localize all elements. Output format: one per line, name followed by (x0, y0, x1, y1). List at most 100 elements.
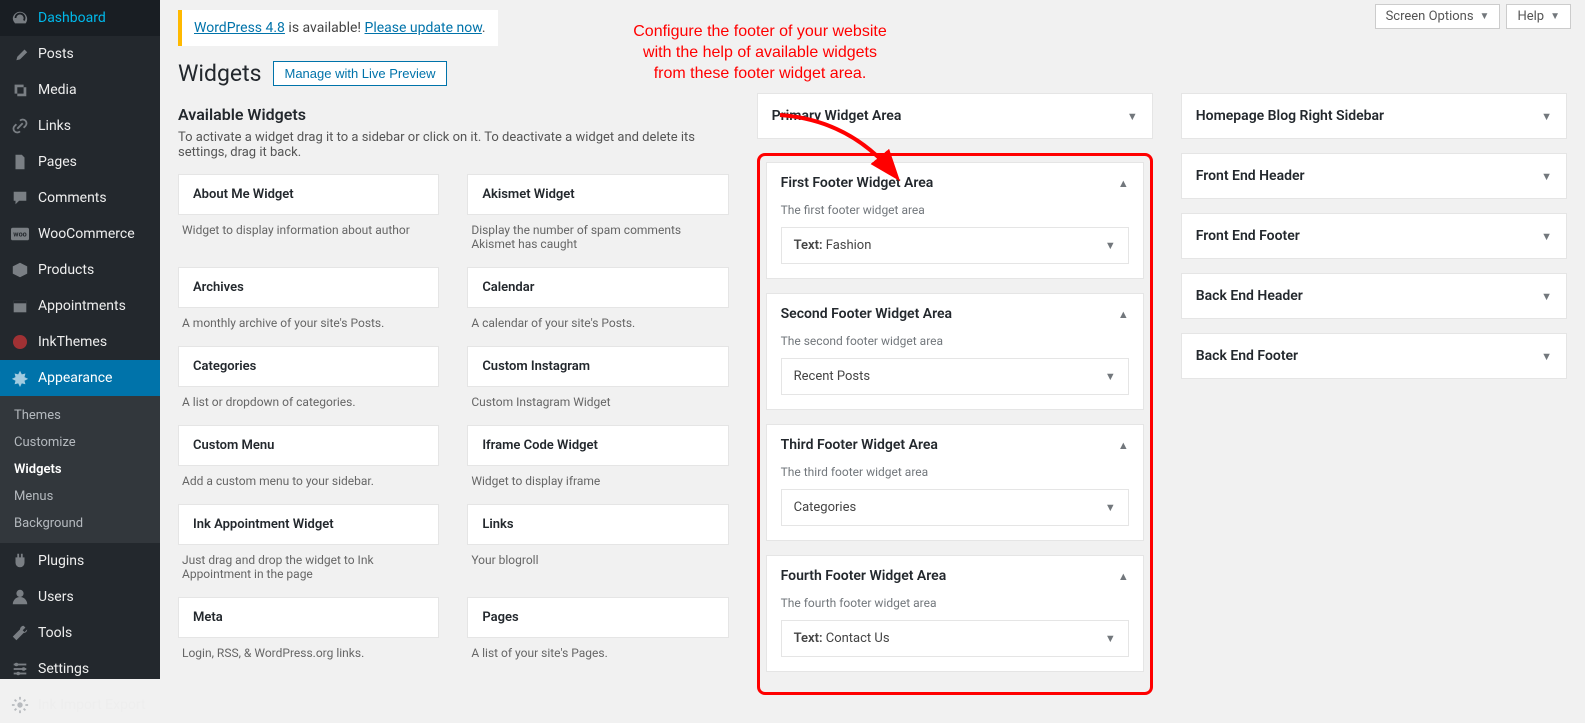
available-widget-title[interactable]: Pages (467, 597, 728, 638)
menu-import-export[interactable]: Ink Import Export (0, 687, 160, 723)
available-widget-title[interactable]: Archives (178, 267, 439, 308)
submenu-background[interactable]: Background (0, 510, 160, 537)
footer-widget-areas-highlight: First Footer Widget Area▲The first foote… (757, 153, 1153, 695)
menu-woocommerce[interactable]: woo WooCommerce (0, 216, 160, 252)
menu-label: Dashboard (38, 10, 106, 26)
screen-options-button[interactable]: Screen Options ▼ (1375, 4, 1501, 29)
menu-appointments[interactable]: Appointments (0, 288, 160, 324)
comment-icon (10, 188, 30, 208)
widget-area-header[interactable]: Front End Header▼ (1182, 154, 1566, 198)
placed-widget[interactable]: Recent Posts ▼ (781, 358, 1129, 395)
submenu-menus[interactable]: Menus (0, 483, 160, 510)
plugins-icon (10, 551, 30, 571)
media-icon (10, 80, 30, 100)
chevron-down-icon: ▼ (1550, 11, 1560, 22)
widget-area: Back End Header▼ (1181, 273, 1567, 319)
widget-area-title: Front End Footer (1196, 228, 1300, 244)
submenu-widgets[interactable]: Widgets (0, 456, 160, 483)
available-widget: MetaLogin, RSS, & WordPress.org links. (178, 597, 439, 664)
available-widget-title[interactable]: About Me Widget (178, 174, 439, 215)
available-widget: Ink Appointment WidgetJust drag and drop… (178, 504, 439, 585)
menu-inkthemes[interactable]: InkThemes (0, 324, 160, 360)
available-widget-desc: Custom Instagram Widget (467, 387, 728, 413)
menu-media[interactable]: Media (0, 72, 160, 108)
menu-posts[interactable]: Posts (0, 36, 160, 72)
chevron-down-icon: ▼ (1105, 370, 1116, 383)
appearance-submenu: Themes Customize Widgets Menus Backgroun… (0, 396, 160, 543)
chevron-down-icon: ▼ (1541, 230, 1552, 243)
available-widget-desc: A list of your site's Pages. (467, 638, 728, 664)
calendar-icon (10, 296, 30, 316)
menu-label: Products (38, 262, 94, 278)
available-widget-desc: Widget to display information about auth… (178, 215, 439, 241)
nag-text: is available! (285, 20, 365, 36)
available-widget: Iframe Code WidgetWidget to display ifra… (467, 425, 728, 492)
menu-label: Ink Import Export (38, 697, 146, 713)
menu-links[interactable]: Links (0, 108, 160, 144)
button-label: Help (1517, 9, 1544, 24)
main-content: Screen Options ▼ Help ▼ WordPress 4.8 is… (160, 0, 1585, 679)
help-button[interactable]: Help ▼ (1506, 4, 1571, 29)
menu-products[interactable]: Products (0, 252, 160, 288)
widget-area-title: Homepage Blog Right Sidebar (1196, 108, 1384, 124)
update-now-link[interactable]: Please update now (365, 20, 482, 36)
chevron-up-icon: ▲ (1118, 308, 1129, 321)
menu-pages[interactable]: Pages (0, 144, 160, 180)
widget-area-title: First Footer Widget Area (781, 175, 934, 191)
menu-appearance[interactable]: Appearance (0, 360, 160, 396)
menu-label: Plugins (38, 553, 84, 569)
menu-label: Users (38, 589, 74, 605)
widget-areas-column: Primary Widget Area ▼ First Footer Widge… (757, 93, 1153, 695)
available-widget-title[interactable]: Custom Instagram (467, 346, 728, 387)
menu-label: Comments (38, 190, 107, 206)
available-widget-title[interactable]: Ink Appointment Widget (178, 504, 439, 545)
menu-dashboard[interactable]: Dashboard (0, 0, 160, 36)
chevron-down-icon: ▼ (1541, 290, 1552, 303)
widget-area-header[interactable]: Second Footer Widget Area▲ (767, 294, 1143, 334)
available-widget-title[interactable]: Meta (178, 597, 439, 638)
menu-settings[interactable]: Settings (0, 651, 160, 687)
wp-version-link[interactable]: WordPress 4.8 (194, 20, 285, 36)
menu-plugins[interactable]: Plugins (0, 543, 160, 579)
submenu-themes[interactable]: Themes (0, 402, 160, 429)
menu-users[interactable]: Users (0, 579, 160, 615)
widget-area-header[interactable]: Front End Footer ▼ (1182, 214, 1566, 258)
appearance-icon (10, 368, 30, 388)
live-preview-button[interactable]: Manage with Live Preview (273, 61, 446, 86)
widget-area-header[interactable]: Homepage Blog Right Sidebar▼ (1182, 94, 1566, 138)
placed-widget-name: Recent Posts (794, 369, 870, 384)
submenu-customize[interactable]: Customize (0, 429, 160, 456)
widget-area-header[interactable]: Third Footer Widget Area▲ (767, 425, 1143, 465)
available-widget-title[interactable]: Links (467, 504, 728, 545)
widget-area-header[interactable]: Back End Header▼ (1182, 274, 1566, 318)
footer-widget-area: Fourth Footer Widget Area▲The fourth foo… (766, 555, 1144, 672)
widget-area-header[interactable]: Primary Widget Area ▼ (758, 94, 1152, 138)
products-icon (10, 260, 30, 280)
placed-widget-name: Categories (794, 500, 857, 515)
footer-widget-area: Third Footer Widget Area▲The third foote… (766, 424, 1144, 541)
placed-widget[interactable]: Text: Contact Us▼ (781, 620, 1129, 657)
menu-comments[interactable]: Comments (0, 180, 160, 216)
menu-label: Links (38, 118, 71, 134)
widget-area-desc: The second footer widget area (767, 334, 1143, 358)
widget-area-header[interactable]: Fourth Footer Widget Area▲ (767, 556, 1143, 596)
available-widget: PagesA list of your site's Pages. (467, 597, 728, 664)
placed-widget[interactable]: Text: Fashion▼ (781, 227, 1129, 264)
available-widget-title[interactable]: Custom Menu (178, 425, 439, 466)
available-widget-desc: Just drag and drop the widget to Ink App… (178, 545, 439, 585)
widget-area-header[interactable]: First Footer Widget Area▲ (767, 163, 1143, 203)
button-label: Screen Options (1386, 9, 1474, 24)
available-widget: CalendarA calendar of your site's Posts. (467, 267, 728, 334)
widget-area: Front End Footer ▼ (1181, 213, 1567, 259)
available-widget-title[interactable]: Akismet Widget (467, 174, 728, 215)
available-widget-title[interactable]: Iframe Code Widget (467, 425, 728, 466)
available-widget-title[interactable]: Categories (178, 346, 439, 387)
menu-tools[interactable]: Tools (0, 615, 160, 651)
available-widget-desc: A list or dropdown of categories. (178, 387, 439, 413)
placed-widget[interactable]: Categories▼ (781, 489, 1129, 526)
widget-area-header[interactable]: Back End Footer▼ (1182, 334, 1566, 378)
users-icon (10, 587, 30, 607)
available-widgets-column: Available Widgets To activate a widget d… (178, 93, 729, 695)
available-widget-title[interactable]: Calendar (467, 267, 728, 308)
widget-area: Homepage Blog Right Sidebar▼ (1181, 93, 1567, 139)
